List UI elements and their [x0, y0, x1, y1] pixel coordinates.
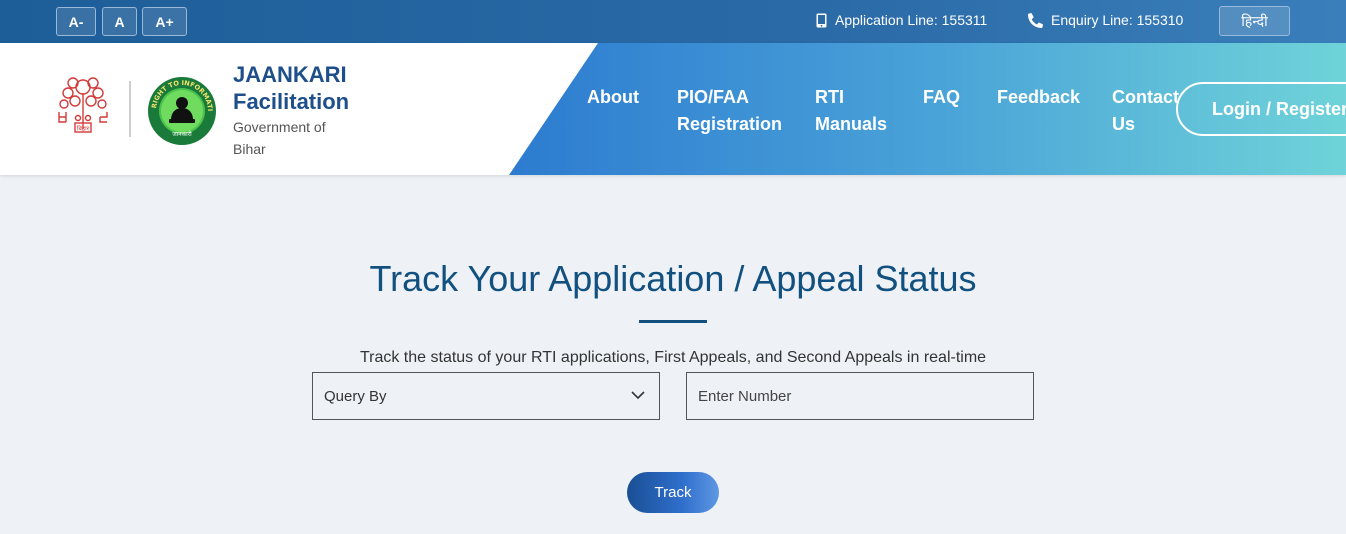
mobile-phone-icon	[816, 13, 827, 27]
application-line-text: Application Line: 155311	[835, 12, 988, 28]
chevron-down-icon	[631, 391, 645, 400]
query-by-select[interactable]: Query By	[312, 372, 660, 420]
nav-about[interactable]: About	[587, 84, 639, 111]
language-toggle-button[interactable]: हिन्दी	[1219, 6, 1290, 36]
nav-contact-us[interactable]: Contact Us	[1112, 84, 1182, 138]
site-header: बिहार RIGHT TO INFORMATION जानकारी JAANK…	[0, 43, 1346, 175]
nav-pio-faa-registration[interactable]: PIO/FAA Registration	[677, 84, 797, 138]
application-line: Application Line: 155311	[816, 12, 987, 28]
page-subtitle: Track the status of your RTI application…	[359, 349, 987, 366]
query-by-selected-value: Query By	[324, 387, 387, 405]
login-register-button[interactable]: Login / Register	[1176, 82, 1346, 136]
font-increase-button[interactable]: A+	[142, 7, 187, 36]
font-normal-button[interactable]: A	[102, 7, 137, 36]
svg-text:जानकारी: जानकारी	[172, 130, 192, 138]
enquiry-line-text: Enquiry Line: 155310	[1051, 12, 1184, 28]
rti-logo-icon: RIGHT TO INFORMATION जानकारी	[147, 76, 216, 145]
bihar-emblem-icon: बिहार	[58, 77, 108, 133]
phone-icon	[1028, 12, 1043, 28]
nav-feedback[interactable]: Feedback	[997, 84, 1080, 111]
page-title: Track Your Application / Appeal Status	[369, 258, 977, 299]
track-button[interactable]: Track	[627, 472, 719, 513]
logo-divider	[129, 81, 131, 137]
brand-subtitle: Government of Bihar	[233, 119, 326, 157]
font-decrease-button[interactable]: A-	[56, 7, 96, 36]
brand-title[interactable]: JAANKARI Facilitation	[233, 61, 393, 115]
nav-faq[interactable]: FAQ	[923, 84, 960, 111]
number-input[interactable]	[686, 372, 1034, 420]
top-bar: A- A A+ Application Line: 155311 Enquiry…	[0, 0, 1346, 43]
title-underline	[639, 320, 707, 323]
nav-rti-manuals[interactable]: RTI Manuals	[815, 84, 905, 138]
svg-text:बिहार: बिहार	[77, 125, 90, 133]
enquiry-line: Enquiry Line: 155310	[1028, 12, 1183, 28]
